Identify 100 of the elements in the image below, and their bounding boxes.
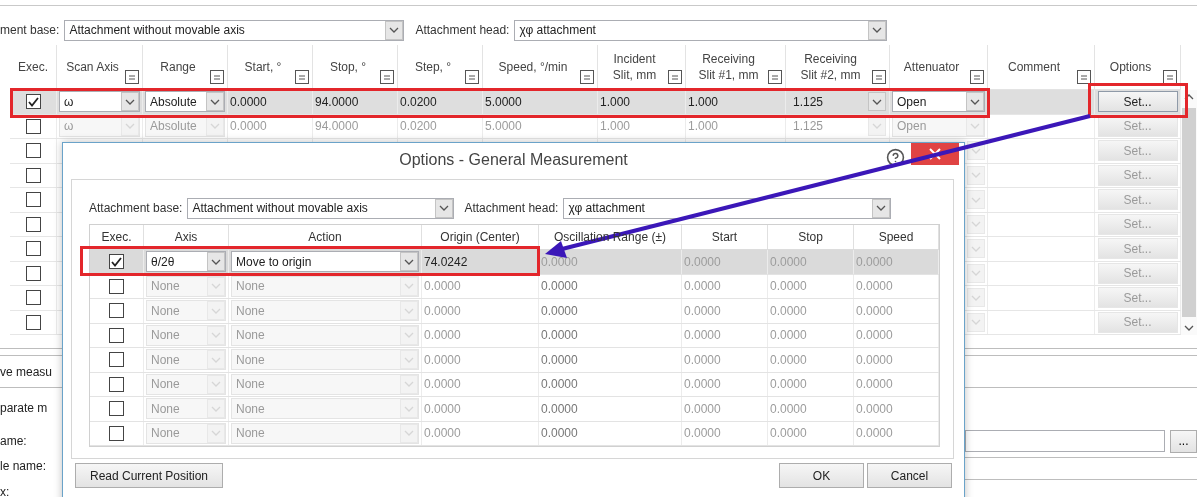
table-cell: 0.0000 <box>422 299 539 323</box>
set-button[interactable]: Set... <box>1097 140 1178 162</box>
column-header: Speed, °/min <box>497 58 569 76</box>
action-dropdown[interactable]: None <box>231 398 419 420</box>
filter-icon[interactable] <box>668 70 682 84</box>
set-button[interactable]: Set... <box>1097 189 1178 211</box>
checkbox[interactable] <box>25 314 41 330</box>
column-header: Receiving Slit #1, mm <box>697 50 760 84</box>
action-dropdown[interactable]: None <box>231 349 419 371</box>
checkbox[interactable] <box>109 303 124 319</box>
attachment-base-dropdown[interactable]: Attachment without movable axis <box>64 19 405 41</box>
filter-icon[interactable] <box>872 70 886 84</box>
column-header: Speed <box>878 230 914 244</box>
filter-icon[interactable] <box>380 70 394 84</box>
column-header: Start, ° <box>243 58 283 76</box>
attachment-head-dropdown[interactable]: χφ attachment <box>514 19 888 41</box>
filter-icon[interactable] <box>125 70 139 84</box>
file-name-field[interactable] <box>965 430 1165 452</box>
slit-dropdown[interactable]: 1.125 <box>788 91 887 113</box>
filter-icon[interactable] <box>1163 70 1177 84</box>
table-cell: 0.0000 <box>768 421 854 445</box>
checkbox[interactable] <box>109 401 124 417</box>
filter-icon[interactable] <box>465 70 479 84</box>
column-header: Axis <box>174 230 198 244</box>
set-button[interactable]: Set... <box>1097 238 1178 260</box>
set-button[interactable]: Set... <box>1097 91 1178 113</box>
action-dropdown[interactable]: None <box>231 373 419 395</box>
set-button[interactable]: Set... <box>1097 213 1178 235</box>
attachment-head-dropdown[interactable]: χφ attachment <box>563 197 892 219</box>
action-dropdown[interactable]: None <box>231 324 419 346</box>
action-dropdown[interactable]: Move to origin <box>231 251 419 273</box>
axis-dropdown[interactable]: None <box>146 373 226 395</box>
axis-dropdown[interactable]: None <box>146 324 226 346</box>
checkbox[interactable] <box>109 352 124 368</box>
column-header: Options <box>1108 58 1153 76</box>
scan-axis-dropdown[interactable]: ω <box>59 91 140 113</box>
column-header: Scan Axis <box>65 58 120 76</box>
checkbox[interactable] <box>109 376 124 392</box>
range-dropdown[interactable]: Absolute <box>145 91 225 113</box>
table-cell: 0.0000 <box>854 348 939 372</box>
checkbox[interactable] <box>109 425 124 441</box>
table-cell: 0.0000 <box>539 348 682 372</box>
slit-dropdown[interactable]: 1.125 <box>788 115 887 137</box>
checkbox[interactable] <box>25 94 41 110</box>
set-button[interactable]: Set... <box>1097 164 1178 186</box>
action-dropdown[interactable]: None <box>231 422 419 444</box>
caret-icon <box>868 20 887 40</box>
axis-dropdown[interactable]: θ/2θ <box>146 251 226 273</box>
table-cell: 0.0000 <box>539 323 682 347</box>
table-cell: 0.0000 <box>854 274 939 298</box>
dialog-button[interactable]: OK <box>779 463 864 488</box>
checkbox[interactable] <box>25 167 41 183</box>
table-cell: 0.0000 <box>422 348 539 372</box>
scrollbar[interactable] <box>1181 90 1197 335</box>
browse-button[interactable]: ... <box>1170 429 1197 453</box>
filter-icon[interactable] <box>768 70 782 84</box>
dialog-button[interactable]: Cancel <box>867 463 952 488</box>
table-cell: 94.0000 <box>313 114 398 138</box>
action-dropdown[interactable]: None <box>231 300 419 322</box>
checkbox[interactable] <box>109 254 124 270</box>
checkbox[interactable] <box>25 118 41 134</box>
checkbox[interactable] <box>25 290 41 306</box>
table-cell: 0.0000 <box>854 323 939 347</box>
form-label: le name: <box>0 459 47 473</box>
checkbox[interactable] <box>25 241 41 257</box>
set-button[interactable]: Set... <box>1097 287 1178 309</box>
checkbox[interactable] <box>25 265 41 281</box>
filter-icon[interactable] <box>295 70 309 84</box>
table-cell: 94.0000 <box>313 90 398 114</box>
axis-dropdown[interactable]: None <box>146 398 226 420</box>
checkbox[interactable] <box>25 143 41 159</box>
set-button[interactable]: Set... <box>1097 262 1178 284</box>
table-cell: 0.0000 <box>682 421 768 445</box>
set-button[interactable]: Set... <box>1097 311 1178 333</box>
attachment-base-dropdown[interactable]: Attachment without movable axis <box>187 197 455 219</box>
scroll-down-icon[interactable] <box>1184 325 1194 331</box>
field-label: Attachment head: <box>415 23 510 37</box>
filter-icon[interactable] <box>580 70 594 84</box>
read-position-button[interactable]: Read Current Position <box>75 463 223 488</box>
table-cell: 0.0000 <box>422 323 539 347</box>
filter-icon[interactable] <box>210 70 224 84</box>
table-cell: 0.0000 <box>682 397 768 421</box>
table-cell: 0.0000 <box>854 372 939 396</box>
axis-dropdown[interactable]: None <box>146 349 226 371</box>
help-icon[interactable] <box>886 148 905 167</box>
scroll-thumb[interactable] <box>1182 108 1196 317</box>
filter-icon[interactable] <box>1077 70 1091 84</box>
checkbox[interactable] <box>25 216 41 232</box>
checkbox[interactable] <box>25 192 41 208</box>
action-dropdown[interactable]: None <box>231 275 419 297</box>
table-cell: 0.0000 <box>854 250 939 274</box>
axis-dropdown[interactable]: None <box>146 275 226 297</box>
axis-dropdown[interactable]: None <box>146 300 226 322</box>
attenuator-dropdown[interactable]: Open <box>892 91 985 113</box>
table-cell: 0.0000 <box>682 299 768 323</box>
checkbox[interactable] <box>109 327 124 343</box>
filter-icon[interactable] <box>970 70 984 84</box>
axis-dropdown[interactable]: None <box>146 422 226 444</box>
checkbox[interactable] <box>109 278 124 294</box>
table-cell: 0.0200 <box>398 114 483 138</box>
